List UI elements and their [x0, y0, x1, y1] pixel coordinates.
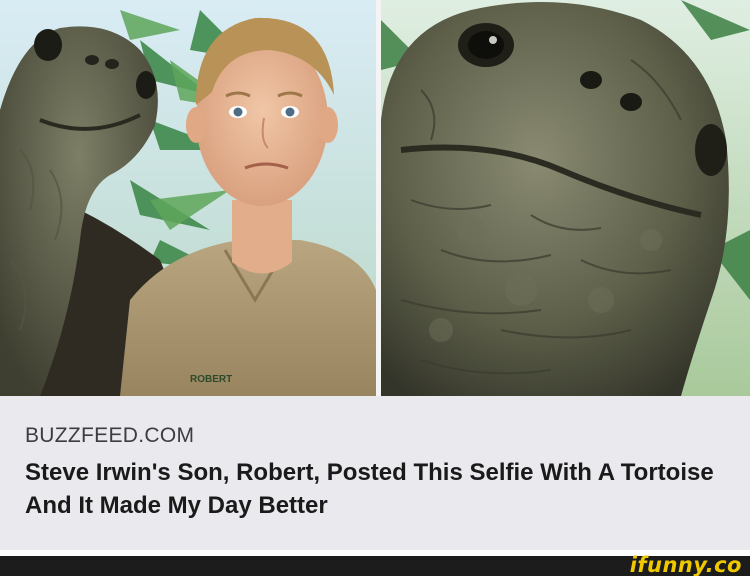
watermark-bar: ifunny.co: [0, 553, 750, 576]
link-info[interactable]: BUZZFEED.COM Steve Irwin's Son, Robert, …: [0, 396, 750, 550]
article-headline[interactable]: Steve Irwin's Son, Robert, Posted This S…: [25, 456, 725, 522]
preview-images[interactable]: ROBERT: [0, 0, 750, 396]
shirt-name-label: ROBERT: [190, 374, 232, 385]
selfie-image: ROBERT: [0, 0, 376, 396]
selfie-photo: ROBERT: [0, 0, 376, 396]
ifunny-watermark: ifunny.co: [629, 553, 742, 576]
source-domain: BUZZFEED.COM: [25, 424, 195, 447]
tortoise-image: [381, 0, 750, 396]
tortoise-photo: [381, 0, 750, 396]
link-preview-card[interactable]: ROBERT BUZZFEED.COM Steve Irwin's Son, R…: [0, 0, 750, 556]
